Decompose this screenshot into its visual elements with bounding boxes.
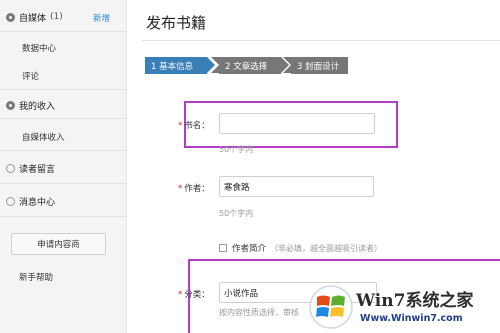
author-intro-label: 作者简介 xyxy=(232,244,267,254)
author-input[interactable]: 寒食路 xyxy=(219,176,374,197)
category-label-text: 分类： xyxy=(184,290,210,300)
divider xyxy=(0,31,126,32)
step-article-select[interactable]: 2 文章选择 xyxy=(211,57,289,74)
sidebar: 自媒体 (1) 新增 数据中心 评论 我的收入 自媒体收入 读者留言 消息中心 … xyxy=(0,0,127,333)
divider xyxy=(0,118,126,119)
sidebar-section-label: 消息中心 xyxy=(19,197,56,208)
author-intro-note: （非必填，越全面越吸引读者） xyxy=(270,243,383,253)
apply-content-provider-button[interactable]: 申请内容商 xyxy=(11,233,106,255)
category-label: * 分类： xyxy=(178,288,210,300)
sidebar-section-label: 我的收入 xyxy=(19,101,56,112)
sidebar-section-label: 自媒体 xyxy=(19,13,47,24)
sidebar-item-media-income[interactable]: 自媒体收入 xyxy=(22,131,65,143)
required-marker: * xyxy=(178,184,183,194)
watermark: Win7系统之家 Www.Winwin7.com xyxy=(308,282,500,333)
author-intro-row[interactable]: 作者简介 （非必填，越全面越吸引读者） xyxy=(219,242,382,254)
media-icon xyxy=(6,12,15,22)
category-hint: 按内容性质选择，审核 xyxy=(219,308,299,317)
required-marker: * xyxy=(178,290,183,300)
book-name-hint: 50个字内 xyxy=(219,145,254,154)
book-name-label-text: 书名： xyxy=(184,121,210,131)
sidebar-section-income[interactable]: 我的收入 xyxy=(6,98,55,112)
divider xyxy=(0,150,126,151)
book-name-input[interactable] xyxy=(219,113,375,134)
message-icon xyxy=(6,163,15,173)
required-marker: * xyxy=(178,121,183,131)
sidebar-item-data-center[interactable]: 数据中心 xyxy=(22,42,56,54)
author-hint: 50个字内 xyxy=(219,209,254,218)
watermark-text: Win7系统之家 xyxy=(356,291,474,311)
windows-logo-icon xyxy=(309,285,353,329)
step-basic-info[interactable]: 1 基本信息 xyxy=(145,57,215,74)
sidebar-section-count: (1) xyxy=(50,12,63,22)
add-new-link[interactable]: 新增 xyxy=(93,12,110,24)
divider xyxy=(0,183,126,184)
book-name-label: * 书名： xyxy=(178,119,210,131)
sidebar-section-notifications[interactable]: 消息中心 xyxy=(6,194,55,208)
author-intro-checkbox[interactable] xyxy=(219,244,227,252)
author-label-text: 作者： xyxy=(184,184,210,194)
divider xyxy=(0,89,126,90)
divider xyxy=(0,216,126,217)
step-cover-design[interactable]: 3 封面设计 xyxy=(283,57,348,74)
bell-icon xyxy=(6,196,15,206)
sidebar-section-media[interactable]: 自媒体 (1) xyxy=(6,10,63,24)
beginner-help-link[interactable]: 新手帮助 xyxy=(19,271,53,283)
divider xyxy=(142,40,500,41)
page-title: 发布书籍 xyxy=(146,14,207,32)
author-label: * 作者： xyxy=(178,182,210,194)
income-icon xyxy=(6,100,15,110)
watermark-url: Www.Winwin7.com xyxy=(360,313,463,324)
sidebar-section-label: 读者留言 xyxy=(19,164,56,175)
sidebar-section-reader-messages[interactable]: 读者留言 xyxy=(6,161,55,175)
sidebar-item-comments[interactable]: 评论 xyxy=(22,70,39,82)
